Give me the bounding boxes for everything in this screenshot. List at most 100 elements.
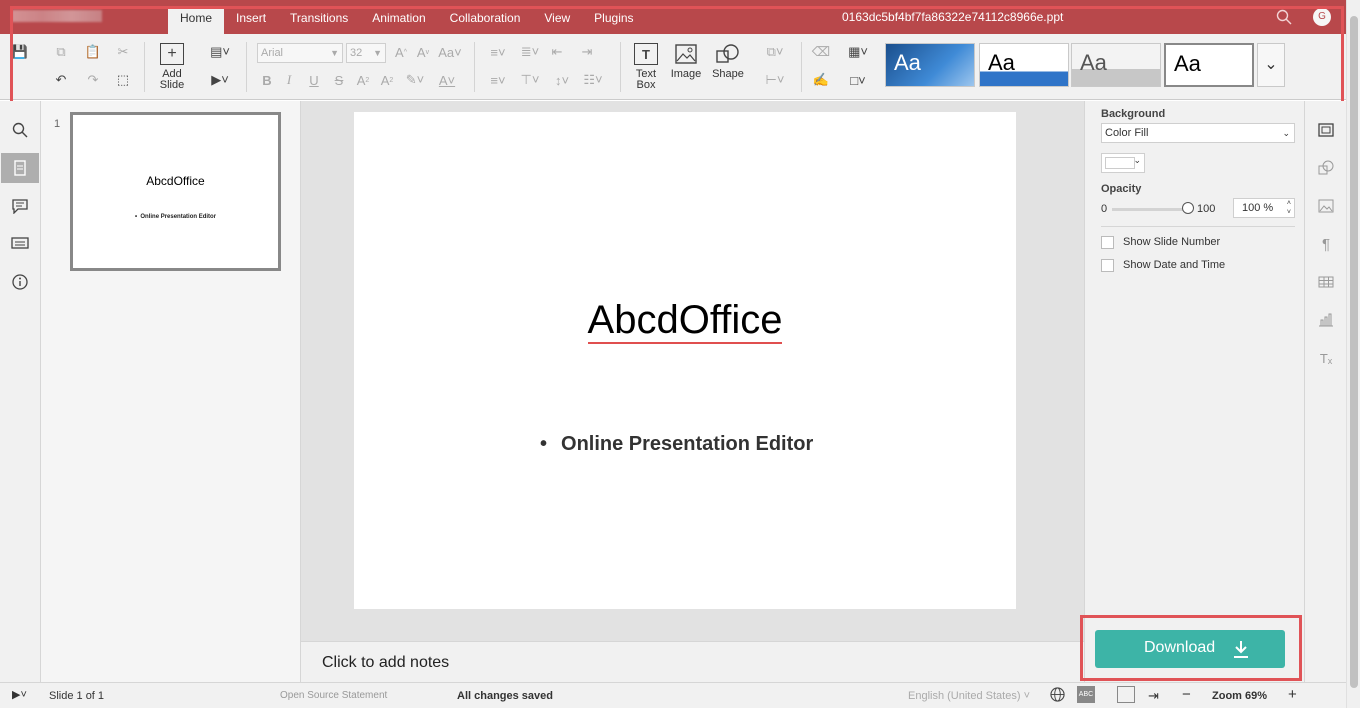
slide-counter: Slide 1 of 1: [49, 690, 105, 702]
slideshow-icon[interactable]: ▶˅: [205, 70, 235, 90]
image-icon[interactable]: [674, 43, 698, 65]
user-avatar[interactable]: G: [1313, 8, 1331, 26]
slides-button[interactable]: [1, 153, 39, 183]
arrange-icon[interactable]: ⧉˅: [760, 42, 790, 62]
left-sidebar: [0, 101, 41, 682]
undo-icon[interactable]: ↶: [50, 70, 72, 90]
highlight-icon[interactable]: ✎˅: [401, 70, 429, 90]
slide[interactable]: AbcdOffice • Online Presentation Editor: [354, 112, 1016, 609]
scrollbar-thumb[interactable]: [1350, 16, 1358, 688]
text-box-button[interactable]: Text Box: [628, 69, 664, 91]
fit-slide-icon[interactable]: [1117, 686, 1135, 703]
theme-blank[interactable]: Aa: [1164, 43, 1254, 87]
theme-blue-dots[interactable]: Aa: [885, 43, 975, 87]
increase-font-icon[interactable]: A ^: [390, 42, 412, 62]
spellcheck-icon[interactable]: ABC: [1077, 686, 1095, 703]
increase-indent-icon[interactable]: ⇥: [576, 42, 598, 62]
font-size-select[interactable]: 32 ▼: [346, 43, 386, 63]
chat-button[interactable]: [1, 229, 39, 259]
shape-button[interactable]: Shape: [708, 69, 748, 80]
slide-background-icon[interactable]: ▦˅: [843, 42, 873, 62]
image-button[interactable]: Image: [666, 69, 706, 80]
about-button[interactable]: [1, 267, 39, 297]
notes-placeholder[interactable]: Click to add notes: [322, 654, 449, 672]
opacity-input[interactable]: 100 % ˄ ˅: [1233, 198, 1295, 218]
show-slide-number-label[interactable]: Show Slide Number: [1123, 236, 1220, 248]
background-color-picker[interactable]: ⌄: [1101, 153, 1145, 173]
zoom-out-icon[interactable]: −: [1182, 686, 1191, 703]
add-slide-button[interactable]: Add Slide: [152, 69, 192, 91]
show-date-time-label[interactable]: Show Date and Time: [1123, 259, 1225, 271]
show-date-time-checkbox[interactable]: [1101, 259, 1114, 272]
shape-icon[interactable]: [716, 43, 740, 65]
slide-thumbnail[interactable]: AbcdOffice • Online Presentation Editor: [70, 112, 281, 271]
opacity-slider-track[interactable]: [1112, 208, 1190, 211]
tab-view[interactable]: View: [532, 6, 582, 34]
slideshow-dropdown[interactable]: ▶˅: [12, 688, 27, 701]
line-spacing-icon[interactable]: ↕˅: [548, 70, 576, 90]
tab-home[interactable]: Home: [168, 6, 225, 34]
strikethrough-icon[interactable]: S: [328, 70, 350, 90]
themes-more-button[interactable]: ⌄: [1257, 43, 1285, 87]
paste-icon[interactable]: 📋: [82, 42, 104, 62]
search-icon[interactable]: [1276, 9, 1292, 25]
text-art-settings-tab[interactable]: Tₓ: [1309, 343, 1343, 373]
theme-gray[interactable]: Aa: [1071, 43, 1161, 87]
italic-icon[interactable]: I: [278, 70, 300, 90]
cut-icon[interactable]: ✂: [112, 42, 134, 62]
copy-style-icon[interactable]: ✍: [810, 70, 832, 90]
tab-collaboration[interactable]: Collaboration: [438, 6, 533, 34]
slide-settings-tab[interactable]: [1309, 115, 1343, 145]
image-settings-tab[interactable]: [1309, 191, 1343, 221]
tab-insert[interactable]: Insert: [224, 6, 278, 34]
download-button[interactable]: Download: [1095, 630, 1285, 668]
notes-panel[interactable]: Click to add notes: [301, 641, 1084, 682]
subscript-icon[interactable]: A2: [376, 70, 398, 90]
redo-icon[interactable]: ↷: [82, 70, 104, 90]
comments-button[interactable]: [1, 191, 39, 221]
save-icon[interactable]: 💾: [9, 42, 31, 62]
spinner-arrows-icon[interactable]: ˄ ˅: [1287, 199, 1291, 217]
slide-size-icon[interactable]: □˅: [843, 70, 873, 90]
paragraph-settings-tab[interactable]: ¶: [1309, 229, 1343, 259]
change-case-icon[interactable]: Aa˅: [436, 42, 464, 62]
slide-body-placeholder[interactable]: • Online Presentation Editor: [540, 433, 813, 456]
text-box-icon[interactable]: T: [634, 43, 658, 65]
language-select[interactable]: English (United States) ˅: [908, 690, 1030, 702]
copy-icon[interactable]: ⧉: [50, 42, 72, 62]
font-name-select[interactable]: Arial ▼: [257, 43, 343, 63]
table-settings-tab[interactable]: [1309, 267, 1343, 297]
slide-title-placeholder[interactable]: AbcdOffice: [354, 298, 1016, 344]
globe-icon[interactable]: [1050, 687, 1065, 705]
decrease-indent-icon[interactable]: ⇤: [546, 42, 568, 62]
fill-type-select[interactable]: Color Fill ⌄: [1101, 123, 1295, 143]
shape-settings-tab[interactable]: [1309, 153, 1343, 183]
select-all-icon[interactable]: ⬚: [112, 70, 134, 90]
fit-width-icon[interactable]: ⇥: [1148, 688, 1159, 704]
opacity-slider-handle[interactable]: [1182, 202, 1194, 214]
tab-animation[interactable]: Animation: [360, 6, 437, 34]
layout-icon[interactable]: ▤˅: [205, 42, 235, 62]
underline-icon[interactable]: U: [303, 70, 325, 90]
zoom-in-icon[interactable]: +: [1288, 686, 1297, 703]
bullets-icon[interactable]: ≡˅: [484, 42, 512, 62]
align-left-icon[interactable]: ≡˅: [484, 70, 512, 90]
decrease-font-icon[interactable]: Av: [412, 42, 434, 62]
show-slide-number-checkbox[interactable]: [1101, 236, 1114, 249]
open-source-link[interactable]: Open Source Statement: [280, 690, 387, 701]
tab-transitions[interactable]: Transitions: [278, 6, 360, 34]
tab-plugins[interactable]: Plugins: [582, 6, 645, 34]
theme-blue-wave[interactable]: Aa: [979, 43, 1069, 87]
clear-style-icon[interactable]: ⌫: [810, 42, 832, 62]
numbering-icon[interactable]: ≣˅: [516, 42, 544, 62]
bold-icon[interactable]: B: [256, 70, 278, 90]
columns-icon[interactable]: ☷˅: [578, 70, 608, 90]
align-objects-icon[interactable]: ⊢˅: [760, 70, 790, 90]
vertical-align-icon[interactable]: ⊤˅: [516, 70, 544, 90]
window-scrollbar[interactable]: [1346, 0, 1360, 708]
chart-settings-tab[interactable]: [1309, 305, 1343, 335]
search-button[interactable]: [1, 115, 39, 145]
superscript-icon[interactable]: A2: [352, 70, 374, 90]
add-slide-icon[interactable]: +: [160, 43, 184, 65]
font-color-icon[interactable]: A˅: [433, 70, 461, 90]
